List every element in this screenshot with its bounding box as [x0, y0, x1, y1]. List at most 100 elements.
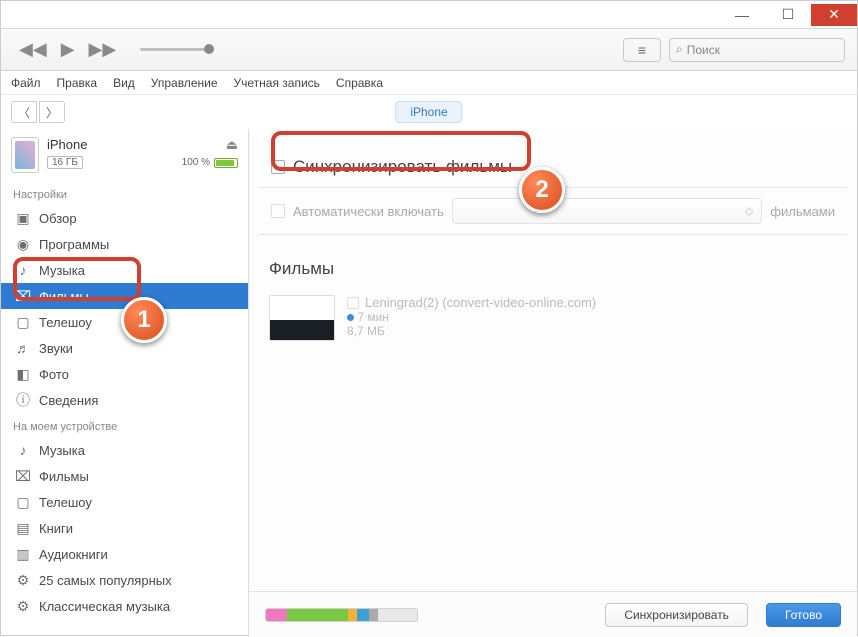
nav-back-button[interactable]: 〈	[11, 101, 37, 123]
sidebar-item-tvshows[interactable]: ▢ Телешоу	[1, 309, 248, 335]
menu-edit[interactable]: Правка	[57, 76, 98, 90]
device-header: iPhone 16 ГБ ⏏ 100 %	[1, 129, 248, 181]
tones-icon: ♬	[15, 340, 31, 356]
tv-icon: ▢	[15, 314, 31, 331]
search-placeholder: Поиск	[687, 43, 720, 57]
sync-button[interactable]: Синхронизировать	[605, 603, 748, 627]
sidebar-item-label: Программы	[39, 237, 109, 252]
search-icon: ⌕	[676, 42, 683, 57]
info-icon: ⓘ	[15, 390, 31, 410]
player-toolbar: ◀◀ ▶ ▶▶ ≡ ⌕ Поиск	[1, 29, 857, 71]
sidebar-item-music[interactable]: ♪ Музыка	[1, 257, 248, 283]
auto-include-suffix: фильмами	[770, 204, 835, 219]
movie-thumbnail	[269, 295, 335, 341]
footer-bar: Синхронизировать Готово	[249, 591, 857, 637]
gear-icon: ⚙	[15, 572, 31, 589]
movie-size: 8,7 МБ	[347, 324, 596, 338]
sidebar-item-label: Музыка	[39, 263, 85, 278]
storage-segment	[266, 609, 287, 621]
storage-segment	[378, 609, 417, 621]
sidebar-item-label: Фильмы	[39, 289, 89, 304]
unwatched-dot-icon	[347, 314, 354, 321]
auto-include-row: Автоматически включать фильмами	[259, 188, 847, 235]
sidebar-item-apps[interactable]: ◉ Программы	[1, 231, 248, 257]
auto-include-checkbox[interactable]	[271, 204, 285, 218]
sidebar-item-label: 25 самых популярных	[39, 573, 172, 588]
auto-include-label: Автоматически включать	[293, 204, 444, 219]
sync-movies-label: Синхронизировать фильмы	[293, 157, 512, 177]
done-button[interactable]: Готово	[766, 603, 841, 627]
sidebar-item-label: Фильмы	[39, 469, 89, 484]
sidebar-item-dev-tv[interactable]: ▢ Телешоу	[1, 489, 248, 515]
book-icon: ▤	[15, 520, 31, 537]
sidebar-item-dev-movies[interactable]: ⌧ Фильмы	[1, 463, 248, 489]
menu-account[interactable]: Учетная запись	[234, 76, 320, 90]
sidebar-item-dev-audiobooks[interactable]: ▥ Аудиокниги	[1, 541, 248, 567]
device-pill[interactable]: iPhone	[395, 101, 462, 123]
storage-bar	[265, 608, 418, 622]
sidebar-item-label: Аудиокниги	[39, 547, 108, 562]
sidebar-item-summary[interactable]: ▣ Обзор	[1, 205, 248, 231]
device-name: iPhone	[47, 137, 174, 152]
storage-segment	[357, 609, 369, 621]
search-input[interactable]: ⌕ Поиск	[669, 38, 845, 62]
sidebar-item-label: Телешоу	[39, 495, 92, 510]
storage-segment	[287, 609, 347, 621]
sidebar-item-label: Телешоу	[39, 315, 92, 330]
sidebar-item-classical[interactable]: ⚙Классическая музыка	[1, 593, 248, 619]
sync-movies-row[interactable]: Синхронизировать фильмы	[259, 147, 847, 188]
previous-icon[interactable]: ◀◀	[19, 39, 47, 60]
sidebar-item-label: Сведения	[39, 393, 98, 408]
battery-percent: 100 %	[182, 157, 210, 168]
content-pane: Синхронизировать фильмы Автоматически вк…	[249, 129, 857, 637]
close-button[interactable]: ✕	[811, 4, 857, 26]
sync-movies-checkbox[interactable]	[271, 160, 285, 174]
device-capacity: 16 ГБ	[47, 156, 83, 169]
sidebar-section-ondevice: На моем устройстве	[1, 413, 248, 437]
sidebar-item-movies[interactable]: ⌧ Фильмы	[1, 283, 248, 309]
auto-include-select[interactable]	[452, 198, 763, 224]
movie-list-item[interactable]: Leningrad(2) (convert-video-online.com) …	[249, 289, 857, 347]
sidebar-item-info[interactable]: ⓘ Сведения	[1, 387, 248, 413]
movie-checkbox[interactable]	[347, 297, 359, 309]
music-icon: ♪	[15, 442, 31, 458]
apps-icon: ◉	[15, 236, 31, 253]
storage-segment	[369, 609, 378, 621]
audiobook-icon: ▥	[15, 546, 31, 563]
music-icon: ♪	[15, 262, 31, 278]
nav-row: 〈 〉 iPhone	[1, 95, 857, 129]
sidebar-item-dev-music[interactable]: ♪Музыка	[1, 437, 248, 463]
summary-icon: ▣	[15, 210, 31, 227]
menubar: Файл Правка Вид Управление Учетная запис…	[1, 71, 857, 95]
minimize-button[interactable]: —	[719, 4, 765, 26]
sidebar-item-label: Книги	[39, 521, 73, 536]
nav-forward-button[interactable]: 〉	[39, 101, 65, 123]
maximize-button[interactable]: ☐	[765, 4, 811, 26]
window-titlebar: — ☐ ✕	[1, 1, 857, 29]
movie-duration: 7 мин	[357, 310, 389, 324]
next-icon[interactable]: ▶▶	[89, 39, 117, 60]
photo-icon: ◧	[15, 366, 31, 383]
sidebar-section-settings: Настройки	[1, 181, 248, 205]
movies-section-header: Фильмы	[269, 259, 837, 279]
tv-icon: ▢	[15, 494, 31, 511]
device-thumbnail-icon	[11, 137, 39, 173]
sidebar-item-dev-books[interactable]: ▤ Книги	[1, 515, 248, 541]
sidebar-item-top25[interactable]: ⚙ 25 самых популярных	[1, 567, 248, 593]
sidebar-item-photos[interactable]: ◧Фото	[1, 361, 248, 387]
movie-title: Leningrad(2) (convert-video-online.com)	[365, 295, 596, 310]
movies-icon: ⌧	[15, 468, 31, 485]
play-icon[interactable]: ▶	[61, 39, 75, 60]
sidebar-item-label: Обзор	[39, 211, 77, 226]
menu-file[interactable]: Файл	[11, 76, 41, 90]
storage-segment	[348, 609, 357, 621]
menu-help[interactable]: Справка	[336, 76, 383, 90]
sidebar-item-tones[interactable]: ♬Звуки	[1, 335, 248, 361]
volume-slider[interactable]	[140, 48, 214, 51]
movies-icon: ⌧	[15, 288, 31, 305]
list-view-button[interactable]: ≡	[623, 38, 661, 62]
menu-view[interactable]: Вид	[113, 76, 135, 90]
battery-icon	[214, 158, 238, 168]
eject-icon[interactable]: ⏏	[226, 137, 238, 153]
menu-controls[interactable]: Управление	[151, 76, 218, 90]
